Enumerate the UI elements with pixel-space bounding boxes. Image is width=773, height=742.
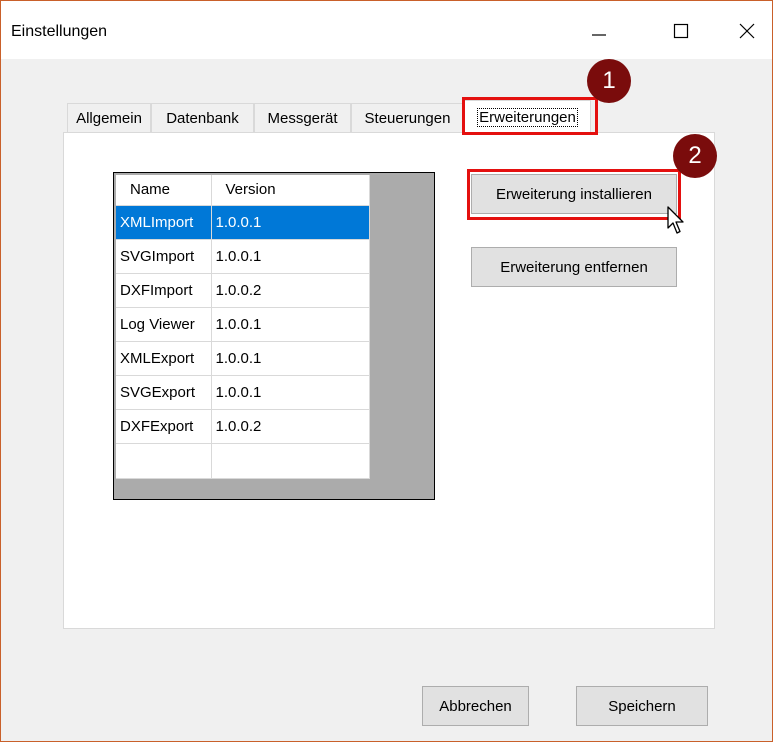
- cell-version[interactable]: 1.0.0.1: [211, 375, 370, 410]
- cell-version[interactable]: 1.0.0.1: [211, 341, 370, 376]
- step-badge-2: 2: [673, 134, 717, 178]
- minimize-button[interactable]: [571, 9, 627, 53]
- tab-label: Datenbank: [166, 110, 239, 127]
- tab-label: Erweiterungen: [477, 108, 578, 127]
- tab-erweiterungen[interactable]: Erweiterungen: [464, 100, 591, 134]
- remove-extension-button[interactable]: Erweiterung entfernen: [471, 247, 677, 287]
- table-header-row: Name Version: [116, 175, 370, 206]
- cell-new-name[interactable]: [116, 443, 212, 479]
- cell-name[interactable]: XMLExport: [116, 341, 212, 376]
- step-badge-1: 1: [587, 59, 631, 103]
- title-bar: Einstellungen: [1, 1, 772, 59]
- cell-new-version[interactable]: [211, 443, 370, 479]
- cell-version[interactable]: 1.0.0.1: [211, 205, 370, 240]
- tab-allgemein[interactable]: Allgemein: [67, 103, 151, 133]
- cell-name[interactable]: XMLImport: [116, 205, 212, 240]
- cell-version[interactable]: 1.0.0.1: [211, 239, 370, 274]
- cell-name[interactable]: SVGImport: [116, 239, 212, 274]
- cell-name[interactable]: SVGExport: [116, 375, 212, 410]
- cell-name[interactable]: DXFExport: [116, 409, 212, 444]
- table-row[interactable]: DXFExport 1.0.0.2: [116, 409, 370, 444]
- table-row[interactable]: XMLExport 1.0.0.1: [116, 341, 370, 376]
- cell-version[interactable]: 1.0.0.2: [211, 273, 370, 308]
- maximize-button[interactable]: [653, 9, 709, 53]
- tab-steuerungen[interactable]: Steuerungen: [351, 103, 464, 133]
- settings-window: Einstellungen Allgemein Datenbank Messge…: [0, 0, 773, 742]
- maximize-icon: [673, 23, 689, 39]
- tab-messgeraet[interactable]: Messgerät: [254, 103, 351, 133]
- table-row[interactable]: SVGImport 1.0.0.1: [116, 239, 370, 274]
- extensions-grid[interactable]: Name Version XMLImport 1.0.0.1 SVGImport…: [113, 172, 435, 500]
- install-extension-button[interactable]: Erweiterung installieren: [471, 174, 677, 214]
- cell-name[interactable]: DXFImport: [116, 273, 212, 308]
- column-header-version[interactable]: Version: [211, 175, 370, 206]
- save-button[interactable]: Speichern: [576, 686, 708, 726]
- cell-version[interactable]: 1.0.0.2: [211, 409, 370, 444]
- table-new-row[interactable]: [116, 443, 370, 479]
- table-row[interactable]: XMLImport 1.0.0.1: [116, 205, 370, 240]
- close-button[interactable]: [719, 9, 773, 53]
- extensions-table: Name Version XMLImport 1.0.0.1 SVGImport…: [116, 175, 370, 479]
- tab-label: Steuerungen: [364, 110, 451, 127]
- cell-version[interactable]: 1.0.0.1: [211, 307, 370, 342]
- window-title: Einstellungen: [11, 23, 108, 40]
- mouse-pointer-icon: [667, 206, 684, 234]
- close-icon: [739, 23, 755, 39]
- tab-label: Allgemein: [76, 110, 142, 127]
- table-row[interactable]: SVGExport 1.0.0.1: [116, 375, 370, 410]
- table-row[interactable]: DXFImport 1.0.0.2: [116, 273, 370, 308]
- minimize-icon: [592, 34, 606, 36]
- table-row[interactable]: Log Viewer 1.0.0.1: [116, 307, 370, 342]
- cell-name[interactable]: Log Viewer: [116, 307, 212, 342]
- tab-datenbank[interactable]: Datenbank: [151, 103, 254, 133]
- cancel-button[interactable]: Abbrechen: [422, 686, 529, 726]
- tab-label: Messgerät: [267, 110, 338, 127]
- column-header-name[interactable]: Name: [116, 175, 212, 206]
